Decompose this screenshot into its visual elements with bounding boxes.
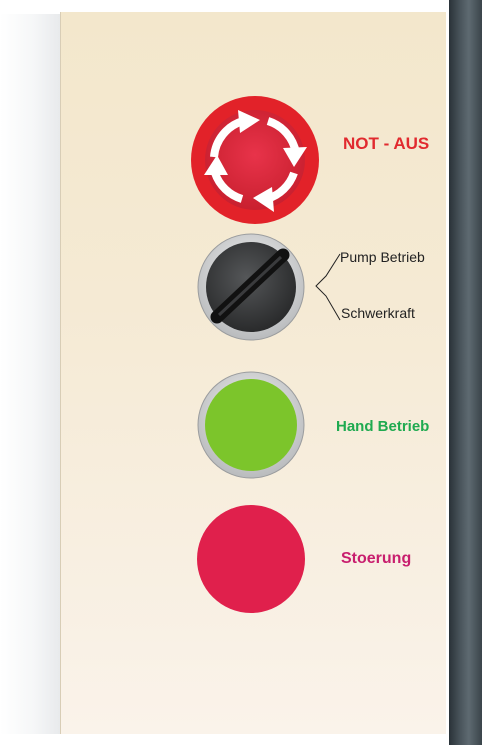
emergency-stop-label: NOT - AUS (343, 134, 430, 153)
selector-option-pump: Pump Betrieb (340, 249, 425, 265)
hand-mode-label: Hand Betrieb (336, 418, 430, 435)
selector-option-gravity: Schwerkraft (341, 305, 415, 321)
side-frame (449, 0, 482, 745)
bottom-strip (0, 734, 449, 745)
green-indicator-lamp-icon (205, 379, 297, 471)
emergency-stop-button[interactable] (190, 95, 320, 225)
rotary-selector-switch[interactable] (197, 233, 305, 341)
red-indicator-lamp-icon (197, 505, 305, 613)
hand-mode-indicator (197, 371, 305, 479)
fault-indicator (197, 505, 305, 613)
fault-label: Stoerung (341, 550, 412, 567)
left-margin (0, 14, 60, 734)
